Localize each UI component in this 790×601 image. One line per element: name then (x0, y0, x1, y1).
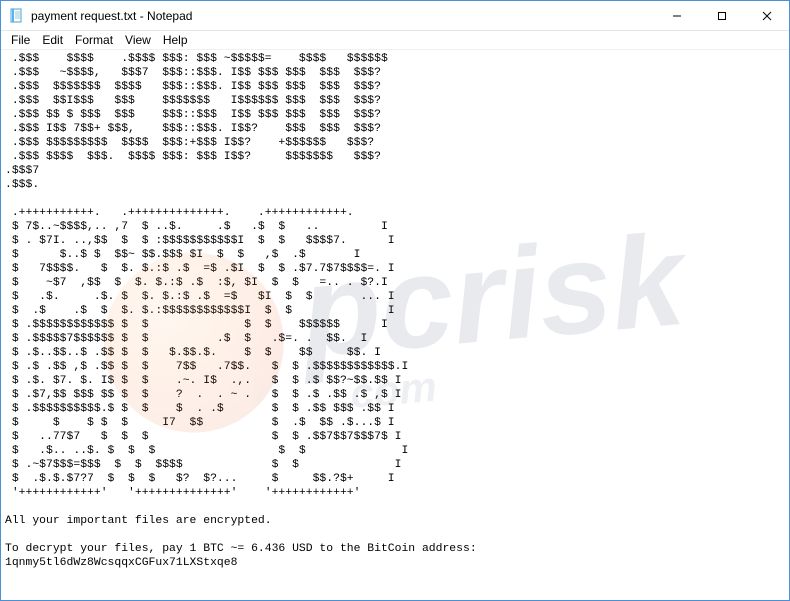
notepad-icon (9, 8, 25, 24)
titlebar[interactable]: payment request.txt - Notepad (1, 1, 789, 31)
notepad-window: payment request.txt - Notepad File Edit … (0, 0, 790, 601)
document-body[interactable]: .$$$ $$$$ .$$$$ $$$: $$$ ~$$$$$= $$$$ $$… (5, 52, 785, 570)
maximize-button[interactable] (699, 1, 744, 31)
menu-edit[interactable]: Edit (36, 32, 69, 48)
menu-help[interactable]: Help (157, 32, 194, 48)
menubar: File Edit Format View Help (1, 31, 789, 50)
editor-area[interactable]: pcrisk .com .$$$ $$$$ .$$$$ $$$: $$$ ~$$… (1, 50, 789, 600)
window-controls (654, 1, 789, 30)
close-button[interactable] (744, 1, 789, 31)
minimize-button[interactable] (654, 1, 699, 31)
menu-file[interactable]: File (5, 32, 36, 48)
window-title: payment request.txt - Notepad (31, 9, 654, 23)
menu-format[interactable]: Format (69, 32, 119, 48)
menu-view[interactable]: View (119, 32, 157, 48)
